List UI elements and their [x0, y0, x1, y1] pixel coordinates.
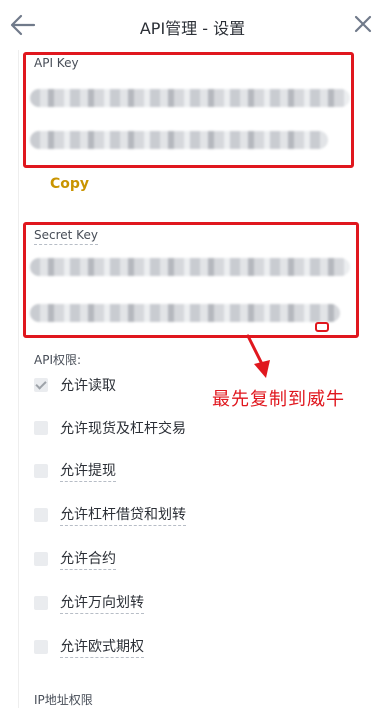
permission-label-european-options: 允许欧式期权 [60, 636, 144, 658]
permission-withdraw[interactable]: 允许提现 [34, 459, 116, 483]
checkbox-universal-transfer[interactable] [34, 596, 48, 610]
permission-label-withdraw: 允许提现 [60, 460, 116, 482]
checkbox-read[interactable] [34, 378, 48, 392]
permission-universal-transfer[interactable]: 允许万向划转 [34, 591, 144, 615]
copy-button[interactable]: Copy [50, 176, 89, 192]
page-title: API管理 - 设置 [139, 19, 246, 38]
permission-futures[interactable]: 允许合约 [34, 547, 116, 571]
permission-spot-margin-trading[interactable]: 允许现货及杠杆交易 [34, 416, 186, 440]
ip-permissions-title: IP地址权限 [34, 693, 93, 707]
checkbox-futures[interactable] [34, 552, 48, 566]
permission-label-read: 允许读取 [60, 378, 116, 394]
permission-european-options[interactable]: 允许欧式期权 [34, 635, 144, 659]
permission-label-margin-loan-transfer: 允许杠杆借贷和划转 [60, 504, 186, 526]
permission-label-universal-transfer: 允许万向划转 [60, 592, 144, 614]
secret-key-highlight-box [23, 222, 359, 338]
checkbox-spot-margin-trading[interactable] [34, 421, 48, 435]
checkbox-withdraw[interactable] [34, 464, 48, 478]
permission-read[interactable]: 允许读取 [34, 373, 116, 397]
permission-label-futures: 允许合约 [60, 548, 116, 570]
permission-margin-loan-transfer[interactable]: 允许杠杆借贷和划转 [34, 503, 186, 527]
permission-label-spot-margin-trading: 允许现货及杠杆交易 [60, 421, 186, 437]
checkbox-margin-loan-transfer[interactable] [34, 508, 48, 522]
annotation-arrow-icon [246, 334, 270, 378]
close-icon[interactable] [353, 14, 373, 34]
header-bar: API管理 - 设置 [0, 0, 385, 50]
permissions-title: API权限: [34, 353, 82, 367]
settings-content: API Key Copy Secret Key 最先复制到威牛 API权限: 允… [0, 50, 385, 708]
checkbox-european-options[interactable] [34, 640, 48, 654]
divider [18, 50, 19, 708]
api-key-highlight-box [23, 52, 354, 168]
annotation-text: 最先复制到威牛 [212, 389, 345, 410]
